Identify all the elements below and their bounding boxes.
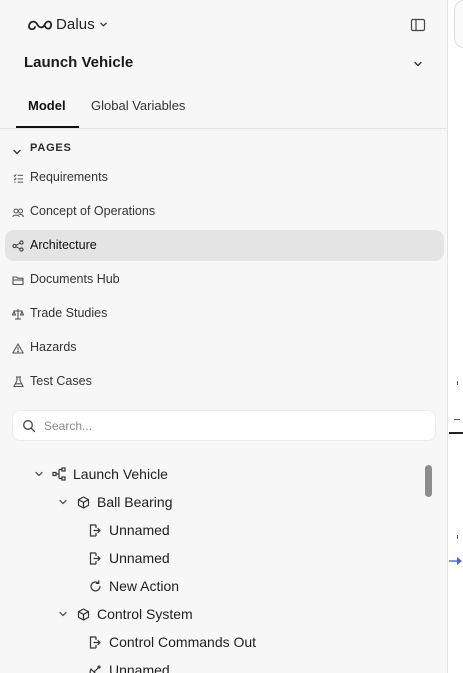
active-tab-indicator (16, 126, 79, 128)
nav-item-label: Concept of Operations (30, 204, 156, 218)
nav-item-label: Documents Hub (30, 272, 120, 286)
pages-section-header[interactable]: PAGES (0, 140, 447, 158)
tree-node-control-commands-out[interactable]: Control Commands Out (88, 628, 256, 656)
tree-node-label: Ball Bearing (97, 494, 173, 510)
folder-icon (12, 274, 24, 286)
port-out-icon (88, 551, 102, 565)
sidebar: Dalus Launch Vehicle Model Global Variab… (0, 0, 448, 673)
list-check-icon (12, 172, 24, 184)
sidebar-tabs: Model Global Variables (0, 92, 447, 129)
nav-item-label: Trade Studies (30, 306, 108, 320)
logo-text: Dalus (56, 16, 95, 33)
nav-item-label: Architecture (30, 238, 97, 252)
nav-item-architecture[interactable]: Architecture (5, 230, 444, 261)
nav-item-test-cases[interactable]: Test Cases (5, 366, 444, 397)
tree-node-ball-bearing[interactable]: Ball Bearing (57, 488, 173, 516)
tree-node-new-action[interactable]: New Action (88, 572, 179, 600)
tree-node-unnamed-satellite[interactable]: Unnamed (88, 656, 170, 673)
arrow-right-icon (449, 557, 462, 565)
search-box (12, 410, 436, 441)
port-out-icon (88, 523, 102, 537)
tree-node-unnamed-port[interactable]: Unnamed (88, 516, 170, 544)
tab-global-variables[interactable]: Global Variables (91, 98, 185, 113)
canvas-node-fragment (457, 535, 458, 539)
cube-icon (76, 607, 90, 621)
warning-icon (12, 342, 24, 354)
sidebar-topbar: Dalus (0, 0, 447, 50)
model-tree: Launch Vehicle Ball Bearing Unnamed Unna… (0, 460, 447, 673)
users-icon (12, 206, 24, 218)
tree-scrollbar[interactable] (425, 465, 432, 497)
architecture-canvas-edge[interactable] (449, 0, 463, 673)
flask-icon (12, 376, 24, 388)
search-input[interactable] (44, 417, 424, 435)
tree-node-label: Unnamed (109, 522, 170, 538)
canvas-node-fragment (454, 419, 460, 420)
nav-item-concept-of-operations[interactable]: Concept of Operations (5, 196, 444, 227)
project-selector[interactable]: Launch Vehicle (0, 50, 447, 76)
nav-item-label: Test Cases (30, 374, 92, 388)
workspace-switcher[interactable]: Dalus (27, 16, 108, 33)
hierarchy-icon (52, 467, 66, 481)
chevron-down-icon (412, 57, 424, 75)
share-nodes-icon (12, 240, 24, 252)
chevron-down-icon (99, 20, 108, 29)
tree-node-label: Control Commands Out (109, 634, 257, 650)
sidebar-panel-icon (410, 18, 426, 32)
nav-item-documents-hub[interactable]: Documents Hub (5, 264, 444, 295)
nav-item-trade-studies[interactable]: Trade Studies (5, 298, 444, 329)
tree-node-label: Launch Vehicle (73, 466, 168, 482)
chevron-down-icon (12, 144, 22, 162)
tree-node-label: Control System (97, 606, 193, 622)
canvas-edge-line (449, 432, 463, 434)
cube-icon (76, 495, 90, 509)
nav-item-requirements[interactable]: Requirements (5, 162, 444, 193)
nav-item-label: Requirements (30, 170, 108, 184)
tree-node-unnamed-port[interactable]: Unnamed (88, 544, 170, 572)
chevron-down-icon[interactable] (57, 608, 69, 620)
scale-icon (12, 308, 24, 320)
tree-node-control-system[interactable]: Control System (57, 600, 193, 628)
chevron-down-icon[interactable] (33, 468, 45, 480)
search-icon (22, 419, 36, 438)
tree-node-label: Unnamed (109, 550, 170, 566)
chevron-down-icon[interactable] (57, 496, 69, 508)
tree-node-label: New Action (109, 578, 180, 594)
satellite-icon (88, 663, 102, 673)
port-out-icon (88, 635, 102, 649)
tree-node-label: Unnamed (109, 662, 170, 673)
canvas-node-fragment (457, 381, 458, 385)
tab-model[interactable]: Model (28, 98, 66, 113)
nav-item-label: Hazards (30, 340, 77, 354)
canvas-toolbar[interactable] (454, 0, 463, 48)
dalus-logo-icon (27, 18, 53, 32)
toggle-sidebar-button[interactable] (410, 17, 426, 33)
refresh-icon (88, 579, 102, 593)
tree-node-launch-vehicle[interactable]: Launch Vehicle (33, 460, 168, 488)
nav-item-hazards[interactable]: Hazards (5, 332, 444, 363)
pages-section-label: PAGES (30, 142, 72, 154)
project-title: Launch Vehicle (24, 54, 134, 71)
